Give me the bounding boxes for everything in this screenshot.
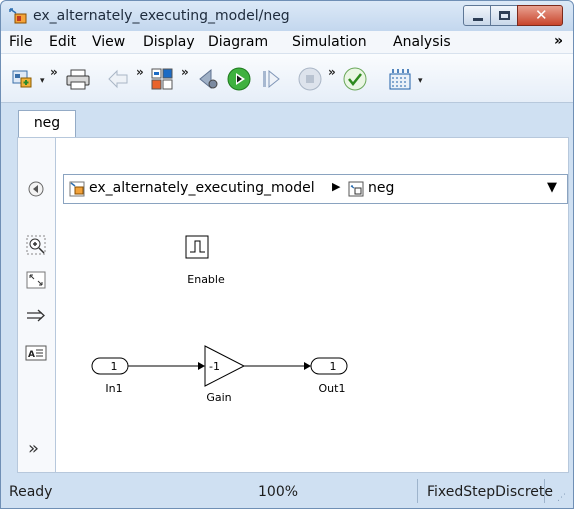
grid-icon[interactable]: [387, 66, 413, 92]
menu-bar: File Edit View Display Diagram Simulatio…: [1, 31, 573, 53]
stop-icon[interactable]: [297, 66, 323, 92]
enable-block-label[interactable]: Enable: [181, 273, 231, 286]
status-divider: [544, 479, 545, 503]
update-diagram-icon[interactable]: [342, 66, 368, 92]
title-bar[interactable]: ex_alternately_executing_model/neg ✕: [1, 1, 573, 31]
in1-port-number: 1: [111, 360, 118, 373]
toolbar: ▾ » » » » ▾: [1, 53, 573, 103]
step-forward-icon[interactable]: [258, 66, 284, 92]
toolbar-overflow-2[interactable]: »: [136, 65, 144, 79]
menu-edit[interactable]: Edit: [49, 34, 76, 50]
annotation-icon[interactable]: A: [25, 342, 47, 364]
status-bar: Ready 100% FixedStepDiscrete ⋰: [1, 475, 573, 508]
close-button[interactable]: ✕: [517, 5, 563, 26]
in1-block[interactable]: 1: [91, 357, 129, 375]
library-dropdown-icon[interactable]: ▾: [40, 76, 45, 86]
menu-file[interactable]: File: [9, 34, 32, 50]
toolbar-overflow-3[interactable]: »: [181, 65, 189, 79]
close-icon: ✕: [535, 6, 548, 24]
status-divider: [417, 479, 418, 503]
hide-show-explorer-icon[interactable]: [25, 178, 47, 200]
model-configuration-icon[interactable]: [149, 66, 175, 92]
gain-value: -1: [209, 360, 220, 373]
resize-grip-icon[interactable]: ⋰: [557, 493, 566, 503]
svg-text:A: A: [28, 350, 35, 360]
gain-block[interactable]: -1: [204, 345, 246, 387]
zoom-icon[interactable]: [25, 234, 47, 256]
menu-simulation[interactable]: Simulation: [292, 34, 367, 50]
status-zoom: 100%: [258, 484, 299, 500]
tab-label: neg: [33, 115, 61, 131]
menu-diagram[interactable]: Diagram: [208, 34, 268, 50]
tab-neg[interactable]: neg: [18, 110, 76, 137]
minimize-button[interactable]: [463, 5, 491, 26]
maximize-icon: [499, 11, 510, 20]
window-title: ex_alternately_executing_model/neg: [33, 8, 290, 24]
diagram-layer: 1 -1 1: [91, 235, 348, 387]
signal-arrowhead-out1-icon: [304, 362, 311, 370]
gain-block-label[interactable]: Gain: [199, 391, 239, 404]
out1-port-number: 1: [330, 360, 337, 373]
model-window: ex_alternately_executing_model/neg ✕ Fil…: [0, 0, 574, 509]
in1-block-label[interactable]: In1: [94, 382, 134, 395]
out1-block[interactable]: 1: [310, 357, 348, 375]
simulink-model-icon: [9, 8, 27, 24]
toolbar-overflow-4[interactable]: »: [328, 65, 336, 79]
status-state: Ready: [9, 484, 53, 500]
run-icon[interactable]: [226, 66, 252, 92]
status-solver: FixedStepDiscrete: [427, 484, 553, 500]
step-back-icon[interactable]: [194, 66, 220, 92]
enable-block[interactable]: [185, 235, 209, 259]
fit-to-view-icon[interactable]: [25, 269, 47, 291]
grid-dropdown-icon[interactable]: ▾: [418, 76, 423, 86]
menu-analysis[interactable]: Analysis: [393, 34, 451, 50]
menu-view[interactable]: View: [92, 34, 125, 50]
out1-block-label[interactable]: Out1: [312, 382, 352, 395]
tab-row: neg: [1, 103, 573, 137]
tool-palette: A »: [17, 137, 55, 473]
minimize-icon: [473, 18, 483, 21]
maximize-button[interactable]: [490, 5, 518, 26]
menu-display[interactable]: Display: [143, 34, 195, 50]
print-icon[interactable]: [63, 66, 93, 92]
library-browser-icon[interactable]: [9, 66, 35, 92]
toolbar-overflow-1[interactable]: »: [50, 65, 58, 79]
signal-arrowhead-gain-icon: [198, 362, 205, 370]
signal-arrow-icon[interactable]: [25, 305, 47, 327]
palette-overflow-button[interactable]: »: [28, 438, 39, 459]
menu-overflow-button[interactable]: »: [554, 33, 563, 49]
back-icon[interactable]: [105, 66, 131, 92]
